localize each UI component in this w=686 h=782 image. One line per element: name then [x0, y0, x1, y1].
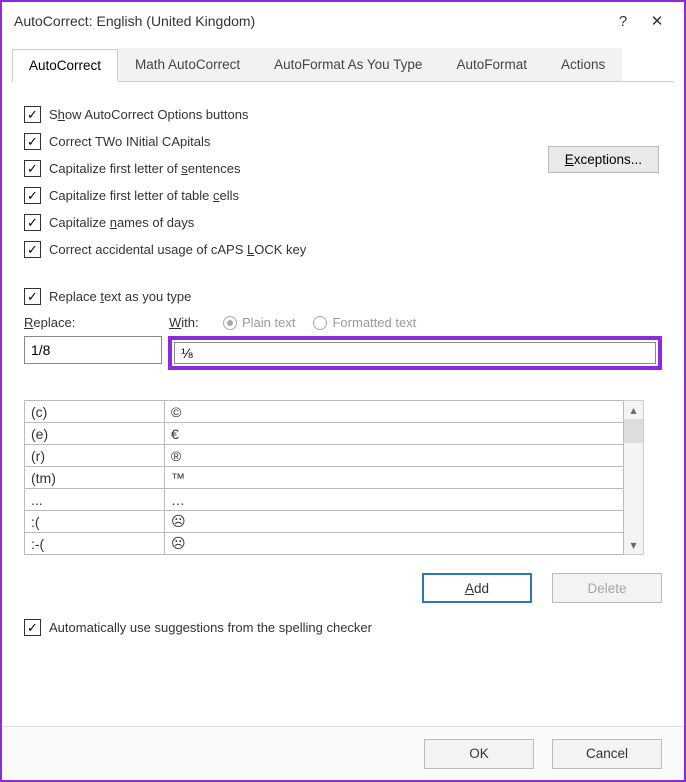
- radio-icon: [313, 316, 327, 330]
- option-replace-text[interactable]: Replace text as you type: [24, 288, 662, 305]
- tab-actions[interactable]: Actions: [544, 48, 622, 81]
- option-auto-suggestions[interactable]: Automatically use suggestions from the s…: [24, 619, 662, 636]
- scrollbar[interactable]: ▴ ▾: [624, 400, 644, 555]
- delete-button[interactable]: Delete: [552, 573, 662, 603]
- radio-formatted-text: Formatted text: [313, 315, 416, 330]
- radio-plain-text: Plain text: [223, 315, 295, 330]
- table-row[interactable]: ...…: [25, 489, 624, 511]
- with-input[interactable]: [174, 342, 656, 364]
- bottom-bar: OK Cancel: [2, 726, 684, 780]
- table-row[interactable]: :(☹: [25, 511, 624, 533]
- checkbox-icon: [24, 106, 41, 123]
- replacements-table[interactable]: (c)©(e)€(r)®(tm)™...…:(☹:-(☹: [24, 400, 624, 555]
- checkbox-icon: [24, 160, 41, 177]
- cancel-button[interactable]: Cancel: [552, 739, 662, 769]
- close-button[interactable]: ✕: [640, 6, 674, 36]
- replace-input[interactable]: [24, 336, 162, 364]
- dialog-content: Show AutoCorrect Options buttons Correct…: [2, 82, 684, 656]
- window-title: AutoCorrect: English (United Kingdom): [14, 13, 606, 29]
- ok-button[interactable]: OK: [424, 739, 534, 769]
- option-show-autocorrect-buttons[interactable]: Show AutoCorrect Options buttons: [24, 106, 662, 123]
- exceptions-button[interactable]: Exceptions...: [548, 146, 659, 173]
- title-bar: AutoCorrect: English (United Kingdom) ? …: [2, 2, 684, 40]
- add-button[interactable]: Add: [422, 573, 532, 603]
- with-input-highlight: [168, 336, 662, 370]
- with-label: With:: [169, 315, 219, 330]
- table-row[interactable]: :-(☹: [25, 533, 624, 555]
- checkbox-icon: [24, 187, 41, 204]
- scroll-down-icon[interactable]: ▾: [630, 536, 636, 554]
- option-capitalize-days[interactable]: Capitalize names of days: [24, 214, 662, 231]
- checkbox-icon: [24, 241, 41, 258]
- tab-autocorrect[interactable]: AutoCorrect: [12, 49, 118, 82]
- radio-icon: [223, 316, 237, 330]
- scroll-up-icon[interactable]: ▴: [630, 401, 636, 419]
- table-row[interactable]: (tm)™: [25, 467, 624, 489]
- replace-label: Replace:: [24, 315, 169, 330]
- replace-with-header: Replace: With: Plain text Formatted text: [24, 315, 662, 330]
- table-row[interactable]: (c)©: [25, 401, 624, 423]
- tab-bar: AutoCorrect Math AutoCorrect AutoFormat …: [12, 48, 674, 82]
- table-row[interactable]: (r)®: [25, 445, 624, 467]
- option-caps-lock[interactable]: Correct accidental usage of cAPS LOCK ke…: [24, 241, 662, 258]
- checkbox-icon: [24, 619, 41, 636]
- checkbox-icon: [24, 214, 41, 231]
- checkbox-icon: [24, 133, 41, 150]
- table-row[interactable]: (e)€: [25, 423, 624, 445]
- scroll-thumb[interactable]: [624, 419, 643, 443]
- help-button[interactable]: ?: [606, 6, 640, 36]
- tab-autoformat-as-you-type[interactable]: AutoFormat As You Type: [257, 48, 439, 81]
- tab-autoformat[interactable]: AutoFormat: [439, 48, 544, 81]
- option-capitalize-table-cells[interactable]: Capitalize first letter of table cells: [24, 187, 662, 204]
- checkbox-icon: [24, 288, 41, 305]
- tab-math-autocorrect[interactable]: Math AutoCorrect: [118, 48, 257, 81]
